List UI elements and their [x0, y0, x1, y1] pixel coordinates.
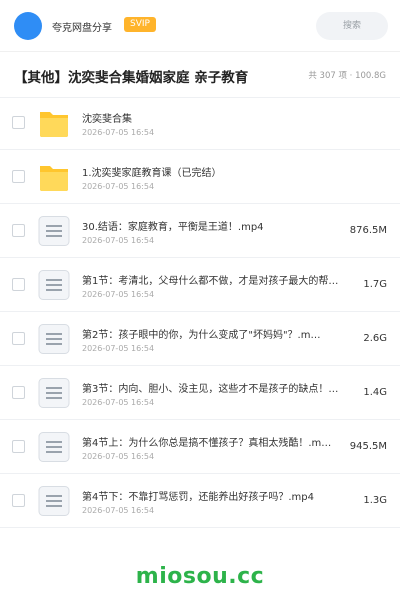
brand-name: 夸克网盘分享 — [52, 23, 112, 34]
file-row[interactable]: 30.结语：家庭教育，平衡是王道！.mp4 2026-07-05 16:54 876… — [0, 204, 400, 258]
select-checkbox[interactable] — [12, 116, 25, 129]
file-row[interactable]: 1.沈奕斐家庭教育课（已完结） 2026-07-05 16:54 — [0, 150, 400, 204]
file-list: 沈奕斐合集 2026-07-05 16:54 1.沈奕斐家庭教育课（已完结） 2026… — [0, 96, 400, 528]
file-size: 945.5M — [349, 441, 387, 452]
file-row[interactable]: 第4节上：为什么你总是搞不懂孩子？真相太残酷！.m… 2026-07-05 16:… — [0, 420, 400, 474]
file-date: 2026-07-05 16:54 — [82, 236, 155, 245]
file-name[interactable]: 第2节：孩子眼中的你，为什么变成了"坏妈妈"？.m… — [82, 326, 364, 341]
file-size: 2.6G — [363, 333, 387, 344]
avatar[interactable] — [14, 12, 42, 40]
file-row[interactable]: 第3节：内向、胆小、没主见，这些才不是孩子的缺点！… 2026-07-05 16:… — [0, 366, 400, 420]
file-name[interactable]: 沈奕斐合集 — [82, 110, 364, 125]
select-checkbox[interactable] — [12, 224, 25, 237]
document-icon — [38, 324, 70, 354]
document-icon — [38, 270, 70, 300]
top-bar: 夸克网盘分享 SVIP — [0, 0, 400, 52]
document-icon — [38, 432, 70, 462]
file-size: 1.3G — [363, 495, 387, 506]
file-date: 2026-07-05 16:54 — [82, 290, 155, 299]
document-icon — [38, 486, 70, 516]
select-checkbox[interactable] — [12, 386, 25, 399]
file-date: 2026-07-05 16:54 — [82, 506, 155, 515]
folder-icon — [38, 108, 70, 138]
file-size: 876.5M — [349, 225, 387, 236]
document-icon — [38, 216, 70, 246]
file-date: 2026-07-05 16:54 — [82, 128, 155, 137]
page-title: 【其他】沈奕斐合集婚姻家庭 亲子教育 — [14, 70, 249, 86]
file-name[interactable]: 第3节：内向、胆小、没主见，这些才不是孩子的缺点！… — [82, 380, 364, 395]
select-checkbox[interactable] — [12, 440, 25, 453]
select-checkbox[interactable] — [12, 494, 25, 507]
svip-badge: SVIP — [124, 17, 156, 32]
file-name[interactable]: 1.沈奕斐家庭教育课（已完结） — [82, 164, 364, 179]
folder-header: 【其他】沈奕斐合集婚姻家庭 亲子教育 共 307 项 · 100.8G — [0, 52, 400, 98]
file-size: 1.4G — [363, 387, 387, 398]
document-icon — [38, 378, 70, 408]
file-size: 1.7G — [363, 279, 387, 290]
select-checkbox[interactable] — [12, 278, 25, 291]
file-name[interactable]: 第4节上：为什么你总是搞不懂孩子？真相太残酷！.m… — [82, 434, 364, 449]
file-row[interactable]: 第1节：考清北，父母什么都不做，才是对孩子最大的帮… 2026-07-05 16:… — [0, 258, 400, 312]
file-name[interactable]: 第1节：考清北，父母什么都不做，才是对孩子最大的帮… — [82, 272, 364, 287]
search-input[interactable] — [316, 12, 388, 40]
file-row[interactable]: 第4节下：不靠打骂惩罚，还能养出好孩子吗？.mp4 2026-07-05 16:5… — [0, 474, 400, 528]
file-row[interactable]: 第2节：孩子眼中的你，为什么变成了"坏妈妈"？.m… 2026-07-05 16:… — [0, 312, 400, 366]
file-date: 2026-07-05 16:54 — [82, 398, 155, 407]
file-name[interactable]: 30.结语：家庭教育，平衡是王道！.mp4 — [82, 218, 364, 233]
file-name[interactable]: 第4节下：不靠打骂惩罚，还能养出好孩子吗？.mp4 — [82, 488, 364, 503]
folder-icon — [38, 162, 70, 192]
select-checkbox[interactable] — [12, 170, 25, 183]
folder-summary: 共 307 项 · 100.8G — [308, 71, 386, 81]
file-date: 2026-07-05 16:54 — [82, 182, 155, 191]
file-date: 2026-07-05 16:54 — [82, 452, 155, 461]
select-checkbox[interactable] — [12, 332, 25, 345]
watermark: miosou.cc — [135, 564, 265, 589]
file-date: 2026-07-05 16:54 — [82, 344, 155, 353]
file-row[interactable]: 沈奕斐合集 2026-07-05 16:54 — [0, 96, 400, 150]
